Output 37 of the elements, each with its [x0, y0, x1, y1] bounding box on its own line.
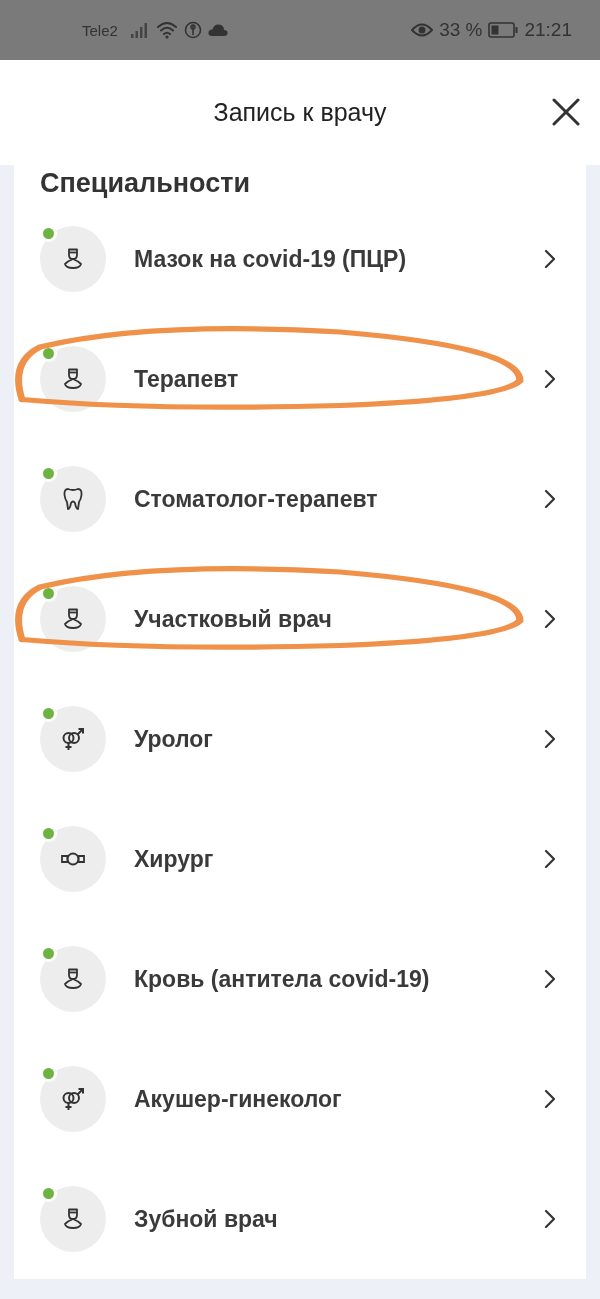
battery-icon: [488, 22, 519, 38]
chevron-right-icon: [544, 1209, 556, 1229]
specialty-item[interactable]: Мазок на covid-19 (ПЦР): [14, 199, 586, 319]
chevron-right-icon: [544, 1089, 556, 1109]
chevron-right-icon: [544, 729, 556, 749]
screen-title: Запись к врачу: [213, 98, 387, 127]
specialty-item[interactable]: Стоматолог-терапевт: [14, 439, 586, 559]
specialty-item[interactable]: Кровь (антитела covid-19): [14, 919, 586, 1039]
specialty-item[interactable]: Участковый врач: [14, 559, 586, 679]
specialty-item[interactable]: Зубной врач: [14, 1159, 586, 1279]
doctor-icon: [63, 248, 83, 270]
doctor-icon: [63, 368, 83, 390]
doctor-icon: [63, 1208, 83, 1230]
chevron-right-icon: [544, 489, 556, 509]
specialty-item[interactable]: Акушер-гинеколог: [14, 1039, 586, 1159]
tooth-icon: [63, 487, 83, 511]
carrier-name: Tele2: [82, 21, 118, 39]
specialty-item[interactable]: Уролог: [14, 679, 586, 799]
doctor-icon: [63, 968, 83, 990]
signal-icon: [129, 22, 150, 38]
chevron-right-icon: [544, 849, 556, 869]
gender-symbols-icon: [61, 727, 85, 751]
chevron-right-icon: [544, 609, 556, 629]
wifi-icon: [155, 21, 178, 39]
cloud-icon: [207, 23, 228, 37]
doctor-icon: [63, 608, 83, 630]
section-title: Специальности: [40, 167, 252, 199]
clock-time: 21:21: [524, 19, 572, 41]
battery-percent: 33 %: [439, 19, 483, 41]
specialty-item[interactable]: Хирург: [14, 799, 586, 919]
chevron-right-icon: [544, 369, 556, 389]
chevron-right-icon: [544, 249, 556, 269]
chevron-right-icon: [544, 969, 556, 989]
gender-symbols-icon: [61, 1087, 85, 1111]
close-button[interactable]: [552, 98, 580, 126]
eye-icon: [411, 22, 434, 38]
specialty-item[interactable]: Терапевт: [14, 319, 586, 439]
